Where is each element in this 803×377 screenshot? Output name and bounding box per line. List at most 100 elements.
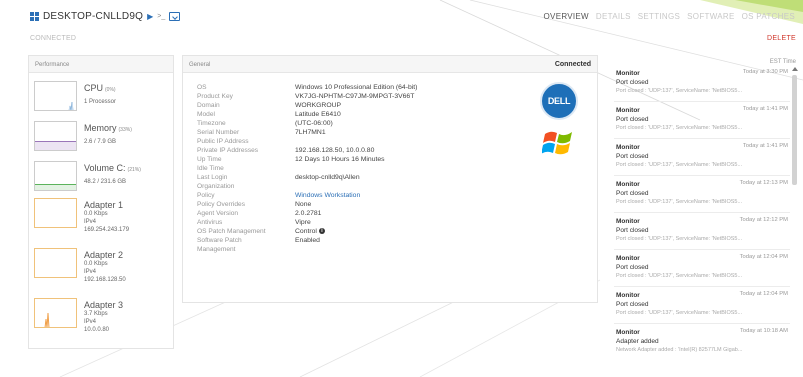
volume-name: Volume C:	[84, 163, 126, 173]
dell-logo-text: DELL	[547, 96, 571, 106]
info-row-idle-time: Idle Time	[197, 164, 417, 173]
adapter-2-ip: 192.168.128.50	[84, 277, 126, 283]
run-arrow-icon[interactable]: ▶	[147, 12, 153, 21]
info-key: Last Login	[197, 174, 228, 181]
header-bar: DESKTOP-CNLLD9Q ▶ >_ OVERVIEW DETAILS SE…	[0, 0, 803, 30]
event-time: Today at 12:12 PM	[739, 217, 788, 223]
volume-metric[interactable]: Volume C: (21%) 48.2 / 231.6 GB	[34, 161, 172, 201]
cpu-metric[interactable]: CPU (0%) 1 Processor	[34, 81, 172, 121]
tab-os-patches[interactable]: OS PATCHES	[742, 12, 795, 21]
volume-fill	[35, 184, 76, 190]
info-key: Public IP Address	[197, 138, 249, 145]
event-item[interactable]: Monitor Today at 12:13 PM Port closed Po…	[614, 176, 790, 213]
tab-details[interactable]: DETAILS	[596, 12, 631, 21]
info-key: Product Key	[197, 93, 233, 100]
info-value: 12 Days 10 Hours 16 Minutes	[295, 156, 385, 163]
scroll-thumb[interactable]	[792, 75, 797, 185]
info-key: Domain	[197, 102, 220, 109]
info-row-antivirus: Antivirus Vipre	[197, 218, 417, 227]
memory-fill	[35, 140, 76, 150]
info-value: Latitude E6410	[295, 111, 341, 118]
info-row-product-key: Product Key VK7JG-NPHTM-C97JM-9MPGT-3V66T	[197, 92, 417, 101]
event-time: Today at 1:41 PM	[742, 143, 788, 149]
delete-button[interactable]: DELETE	[767, 35, 796, 42]
event-source: Monitor	[616, 70, 640, 77]
cpu-name: CPU	[84, 83, 104, 93]
windows-icon	[30, 12, 39, 21]
event-detail: Network Adapter added : 'Intel(R) 82577L…	[616, 347, 743, 353]
adapter-3-protocol: IPv4	[84, 319, 97, 325]
connected-label: Connected	[554, 61, 591, 68]
info-key: Antivirus	[197, 219, 223, 226]
event-detail: Port closed : 'UDP:137', ServiceName: 'N…	[616, 273, 743, 279]
policy-link[interactable]: Windows Workstation	[295, 191, 360, 200]
event-source: Monitor	[616, 329, 640, 336]
event-source: Monitor	[616, 181, 640, 188]
tab-software[interactable]: SOFTWARE	[687, 12, 734, 21]
scroll-up-arrow-icon[interactable]	[792, 67, 798, 71]
adapter-1-sparkline	[34, 198, 77, 228]
tab-overview[interactable]: OVERVIEW	[544, 12, 589, 21]
cpu-percent: (0%)	[105, 87, 116, 93]
event-item[interactable]: Monitor Today at 12:12 PM Port closed Po…	[614, 213, 790, 250]
info-row-model: Model Latitude E6410	[197, 110, 417, 119]
adapter-3-metric[interactable]: Adapter 3 3.7 Kbps IPv4 10.0.0.80	[34, 298, 172, 338]
event-item[interactable]: Monitor Today at 12:04 PM Port closed Po…	[614, 250, 790, 287]
event-time: Today at 12:04 PM	[739, 291, 788, 297]
general-info-list: OS Windows 10 Professional Edition (64-bi…	[197, 83, 417, 254]
info-row-os-patch: OS Patch Management Control i	[197, 227, 417, 236]
event-source: Monitor	[616, 107, 640, 114]
info-key: OS	[197, 84, 207, 91]
adapter-2-protocol: IPv4	[84, 269, 97, 275]
event-item[interactable]: Monitor Today at 1:41 PM Port closed Por…	[614, 102, 790, 139]
info-key: Organization	[197, 183, 235, 190]
general-title: General	[189, 62, 211, 68]
event-time: Today at 10:18 AM	[739, 328, 788, 334]
event-item[interactable]: Monitor Today at 3:30 PM Port closed Por…	[614, 65, 790, 102]
info-value: Enabled	[295, 237, 320, 244]
event-message: Port closed	[616, 190, 649, 197]
info-key: Model	[197, 111, 215, 118]
info-row-last-login: Last Login desktop-cnlld9q\Allen	[197, 173, 417, 182]
event-message: Port closed	[616, 264, 649, 271]
info-key: OS Patch Management	[197, 228, 266, 235]
tab-settings[interactable]: SETTINGS	[638, 12, 680, 21]
memory-label: Memory (33%)	[84, 123, 132, 133]
adapter-1-ip: 169.254.243.179	[84, 227, 130, 233]
memory-percent: (33%)	[118, 127, 132, 133]
info-row-management: Management	[197, 245, 417, 254]
event-detail: Port closed : 'UDP:137', ServiceName: 'N…	[616, 236, 743, 242]
adapter-1-name: Adapter 1	[84, 200, 124, 210]
event-detail: Port closed : 'UDP:137', ServiceName: 'N…	[616, 310, 743, 316]
adapter-2-metric[interactable]: Adapter 2 0.0 Kbps IPv4 192.168.128.50	[34, 248, 172, 288]
info-row-software-patch: Software Patch Enabled	[197, 236, 417, 245]
event-item[interactable]: Monitor Today at 10:18 AM Adapter added …	[614, 324, 790, 361]
info-row-policy: Policy Windows Workstation	[197, 191, 417, 200]
info-row-os: OS Windows 10 Professional Edition (64-bi…	[197, 83, 417, 92]
info-value: Control	[295, 228, 317, 235]
memory-metric[interactable]: Memory (33%) 2.6 / 7.9 GB	[34, 121, 172, 161]
info-key: Software Patch	[197, 237, 242, 244]
connection-status: CONNECTED	[30, 35, 77, 42]
windows-flag-icon	[542, 131, 572, 155]
device-hostname: DESKTOP-CNLLD9Q	[43, 11, 144, 22]
cpu-sparkline	[34, 81, 77, 111]
info-value: 2.0.2781	[295, 210, 322, 217]
adapter-1-protocol: IPv4	[84, 219, 97, 225]
info-row-private-ip: Private IP Addresses 192.168.128.50, 10.0…	[197, 146, 417, 155]
event-item[interactable]: Monitor Today at 12:04 PM Port closed Po…	[614, 287, 790, 324]
memory-usage: 2.6 / 7.9 GB	[84, 139, 117, 145]
event-message: Port closed	[616, 227, 649, 234]
adapter-3-sparkline	[34, 298, 77, 328]
adapter-1-metric[interactable]: Adapter 1 0.0 Kbps IPv4 169.254.243.179	[34, 198, 172, 238]
event-item[interactable]: Monitor Today at 1:41 PM Port closed Por…	[614, 139, 790, 176]
event-feed-scrollbar[interactable]	[791, 65, 799, 377]
remote-screen-icon[interactable]	[169, 12, 181, 21]
info-icon[interactable]: i	[318, 228, 325, 235]
volume-percent: (21%)	[127, 167, 141, 173]
volume-usage: 48.2 / 231.6 GB	[84, 179, 127, 185]
info-value: (UTC-06:00)	[295, 120, 333, 127]
volume-label: Volume C: (21%)	[84, 163, 141, 173]
adapter-1-speed: 0.0 Kbps	[84, 211, 108, 217]
terminal-icon[interactable]: >_	[157, 13, 165, 20]
